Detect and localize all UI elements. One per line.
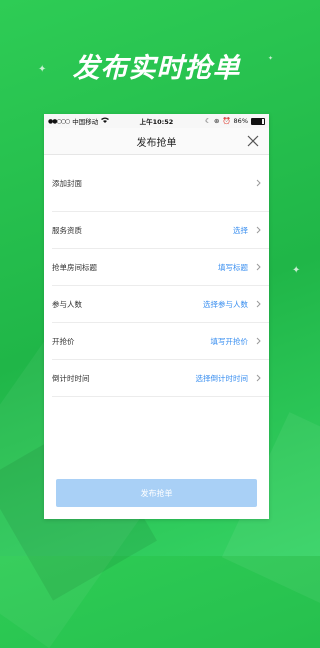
- form-row-participants[interactable]: 参与人数 选择参与人数: [52, 286, 269, 323]
- row-label: 抢单房间标题: [52, 262, 97, 272]
- chevron-right-icon: [256, 337, 261, 345]
- signal-icon: ●●○○○: [48, 117, 70, 125]
- close-icon[interactable]: [244, 132, 262, 150]
- page-title: 发布抢单: [136, 137, 177, 149]
- carrier-label: 中国移动: [72, 118, 99, 126]
- sparkle-icon: ✦: [292, 265, 301, 276]
- row-label: 服务资质: [52, 225, 82, 235]
- row-value: 填写标题: [218, 262, 248, 272]
- battery-icon: [251, 117, 265, 125]
- row-value: 选择倒计时时间: [195, 373, 249, 383]
- row-value: 选择参与人数: [203, 299, 248, 309]
- chevron-right-icon: [256, 179, 261, 187]
- row-value: 选择: [233, 225, 248, 235]
- phone-screen: ●●○○○ 中国移动 上午10:52 ☾ ⊛ ⏰ 86% 发布抢单 添加封面 服…: [44, 114, 269, 519]
- form-row-start-price[interactable]: 开抢价 填写开抢价: [52, 323, 269, 360]
- submit-button[interactable]: 发布抢单: [56, 479, 257, 507]
- status-bar: ●●○○○ 中国移动 上午10:52 ☾ ⊛ ⏰ 86%: [44, 114, 269, 128]
- nav-bar: 发布抢单: [44, 128, 269, 155]
- row-label: 参与人数: [52, 299, 82, 309]
- battery-percent: 86%: [233, 117, 248, 125]
- row-label: 添加封面: [52, 178, 82, 188]
- row-label: 倒计时时间: [52, 373, 90, 383]
- moon-icon: ☾: [205, 117, 211, 125]
- alarm-icon: ⏰: [222, 117, 231, 125]
- chevron-right-icon: [256, 300, 261, 308]
- form-row-room-title[interactable]: 抢单房间标题 填写标题: [52, 249, 269, 286]
- form-list: 添加封面 服务资质 选择 抢单房间标题 填写标题 参与人数 选择参与人数 开抢价…: [44, 155, 269, 397]
- chevron-right-icon: [256, 226, 261, 234]
- lock-rotation-icon: ⊛: [214, 117, 220, 125]
- form-row-qualification[interactable]: 服务资质 选择: [52, 212, 269, 249]
- chevron-right-icon: [256, 263, 261, 271]
- form-row-countdown[interactable]: 倒计时时间 选择倒计时时间: [52, 360, 269, 397]
- row-label: 开抢价: [52, 336, 75, 346]
- chevron-right-icon: [256, 374, 261, 382]
- battery-fill: [252, 118, 263, 124]
- promo-headline: 发布实时抢单: [72, 53, 241, 84]
- form-row-cover[interactable]: 添加封面: [52, 155, 269, 212]
- row-value: 填写开抢价: [210, 336, 249, 346]
- wifi-icon: [101, 117, 110, 125]
